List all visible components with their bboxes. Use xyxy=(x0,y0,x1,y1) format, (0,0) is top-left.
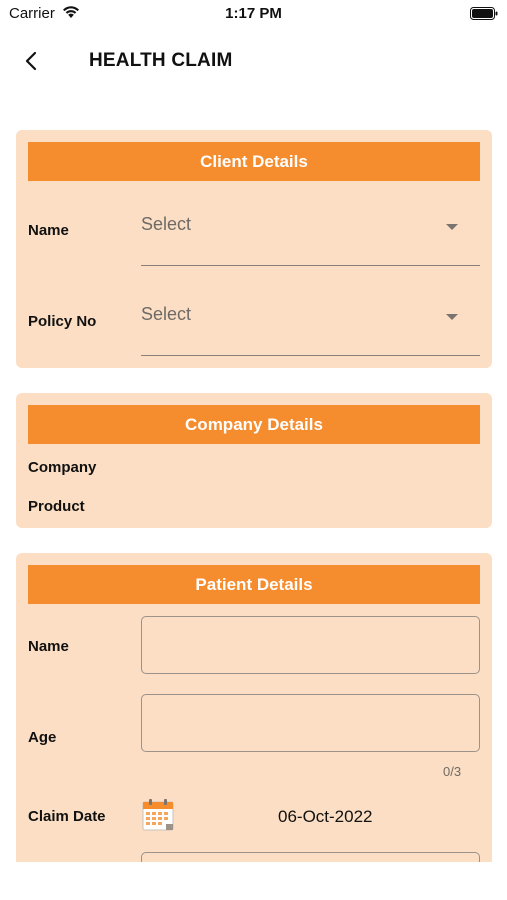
chevron-down-icon xyxy=(446,314,458,320)
screen: Carrier 1:17 PM HEALTH CLAIM Client Deta… xyxy=(0,0,507,900)
claim-date-label: Claim Date xyxy=(28,808,106,825)
company-label: Company xyxy=(28,459,97,476)
company-details-card: Company Details Company Product xyxy=(16,393,492,528)
patient-details-header: Patient Details xyxy=(28,565,480,604)
bottom-area xyxy=(0,862,507,900)
age-char-counter: 0/3 xyxy=(443,764,462,779)
battery-icon xyxy=(470,7,498,20)
product-label: Product xyxy=(28,498,85,515)
calendar-icon[interactable] xyxy=(142,798,176,832)
chevron-down-icon xyxy=(446,224,458,230)
clock-time: 1:17 PM xyxy=(225,5,282,22)
claim-date-value[interactable]: 06-Oct-2022 xyxy=(278,807,373,827)
age-input[interactable] xyxy=(141,694,480,752)
page-title: HEALTH CLAIM xyxy=(89,50,233,71)
client-details-card: Client Details Name Select Policy No Sel… xyxy=(16,130,492,368)
patient-name-label: Name xyxy=(28,638,69,655)
client-name-dropdown[interactable]: Select xyxy=(141,206,480,266)
company-details-header: Company Details xyxy=(28,405,480,444)
client-details-header: Client Details xyxy=(28,142,480,181)
client-name-label: Name xyxy=(28,222,69,239)
policy-no-label: Policy No xyxy=(28,313,97,330)
patient-details-card: Patient Details Name Age 0/3 Claim Date … xyxy=(16,553,492,900)
client-name-value: Select xyxy=(141,214,192,234)
age-label: Age xyxy=(28,729,57,746)
policy-no-dropdown[interactable]: Select xyxy=(141,296,480,356)
patient-name-input[interactable] xyxy=(141,616,480,674)
status-bar: Carrier 1:17 PM xyxy=(0,0,507,30)
back-chevron-icon xyxy=(25,51,37,71)
policy-no-value: Select xyxy=(141,304,192,324)
back-button[interactable] xyxy=(16,46,46,76)
